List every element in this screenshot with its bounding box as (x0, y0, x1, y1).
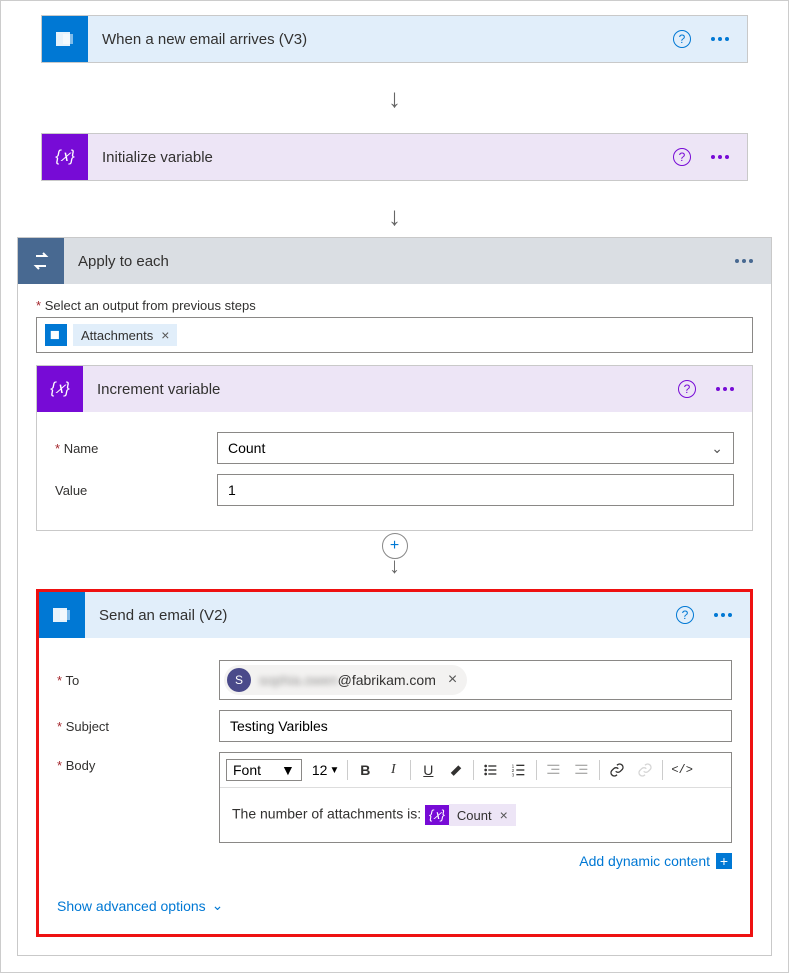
to-label: * To (57, 673, 207, 688)
font-select[interactable]: Font▼ (226, 759, 302, 781)
recipient-chip[interactable]: S sophia.owen@fabrikam.com × (224, 665, 467, 695)
bold-button[interactable]: B (352, 757, 378, 783)
value-input[interactable]: 1 (217, 474, 734, 506)
help-icon[interactable]: ? (676, 606, 694, 624)
send-email-card: Send an email (V2) ? * To S sophia.owen@… (36, 589, 753, 937)
more-menu[interactable] (707, 151, 733, 163)
body-label: * Body (57, 752, 207, 773)
caret-down-icon: ▼ (281, 762, 295, 778)
underline-button[interactable]: U (415, 757, 441, 783)
variable-token-icon: {𝑥} (425, 805, 449, 825)
body-editor[interactable]: Font▼ 12▼ B I U (219, 752, 732, 843)
increment-header[interactable]: {𝑥} Increment variable ? (37, 366, 752, 412)
help-icon[interactable]: ? (673, 30, 691, 48)
body-content[interactable]: The number of attachments is: {𝑥} Count … (220, 788, 731, 842)
help-icon[interactable]: ? (673, 148, 691, 166)
select-output-input[interactable]: Attachments × (36, 317, 753, 353)
remove-token-icon[interactable]: × (500, 807, 508, 823)
highlight-button[interactable] (443, 757, 469, 783)
chevron-down-icon: ⌄ (212, 897, 224, 914)
apply-header[interactable]: Apply to each (18, 238, 771, 284)
trigger-card[interactable]: When a new email arrives (V3) ? (41, 15, 748, 63)
outlook-icon (42, 16, 88, 62)
link-button[interactable] (604, 757, 630, 783)
init-var-title: Initialize variable (88, 149, 673, 166)
arrow-down-icon: ↓ (1, 77, 788, 119)
number-list-button[interactable]: 123 (506, 757, 532, 783)
variable-icon: {𝑥} (42, 134, 88, 180)
more-menu[interactable] (710, 609, 736, 621)
chevron-down-icon: ⌄ (711, 440, 723, 457)
send-email-header[interactable]: Send an email (V2) ? (39, 592, 750, 638)
name-label: * Name (55, 441, 205, 456)
outlook-icon (39, 592, 85, 638)
more-menu[interactable] (712, 383, 738, 395)
outdent-button[interactable] (541, 757, 567, 783)
more-menu[interactable] (731, 255, 757, 267)
show-advanced-options-link[interactable]: Show advanced options ⌄ (57, 897, 223, 914)
variable-icon: {𝑥} (37, 366, 83, 412)
apply-title: Apply to each (64, 253, 731, 270)
send-email-title: Send an email (V2) (85, 607, 676, 624)
rich-text-toolbar: Font▼ 12▼ B I U (220, 753, 731, 788)
remove-token-icon[interactable]: × (161, 327, 169, 343)
apply-to-each-card: Apply to each * Select an output from pr… (17, 237, 772, 956)
token-label: Attachments (81, 328, 153, 343)
font-size-select[interactable]: 12▼ (308, 762, 343, 778)
add-step-button[interactable]: + (382, 533, 408, 559)
name-select[interactable]: Count ⌄ (217, 432, 734, 464)
trigger-title: When a new email arrives (V3) (88, 31, 673, 48)
increment-variable-card: {𝑥} Increment variable ? * Name Count ⌄ (36, 365, 753, 531)
arrow-down-icon: ↓ (1, 195, 788, 237)
attachments-token[interactable]: Attachments × (45, 324, 177, 346)
help-icon[interactable]: ? (678, 380, 696, 398)
outlook-token-icon (45, 324, 67, 346)
caret-down-icon: ▼ (329, 765, 339, 776)
indent-button[interactable] (569, 757, 595, 783)
remove-recipient-icon[interactable]: × (444, 671, 457, 689)
increment-title: Increment variable (83, 381, 678, 398)
code-view-button[interactable]: </> (667, 757, 697, 783)
count-variable-token[interactable]: {𝑥} Count × (425, 804, 516, 826)
add-dynamic-content-button[interactable]: + (716, 853, 732, 869)
subject-label: * Subject (57, 719, 207, 734)
select-output-label: * Select an output from previous steps (36, 298, 753, 313)
subject-input[interactable]: Testing Varibles (219, 710, 732, 742)
value-label: Value (55, 483, 205, 498)
more-menu[interactable] (707, 33, 733, 45)
avatar: S (227, 668, 251, 692)
svg-text:3: 3 (512, 773, 515, 778)
init-variable-card[interactable]: {𝑥} Initialize variable ? (41, 133, 748, 181)
bullet-list-button[interactable] (478, 757, 504, 783)
to-input[interactable]: S sophia.owen@fabrikam.com × (219, 660, 732, 700)
unlink-button[interactable] (632, 757, 658, 783)
loop-icon (18, 238, 64, 284)
italic-button[interactable]: I (380, 757, 406, 783)
add-dynamic-content-link[interactable]: Add dynamic content (579, 853, 710, 869)
